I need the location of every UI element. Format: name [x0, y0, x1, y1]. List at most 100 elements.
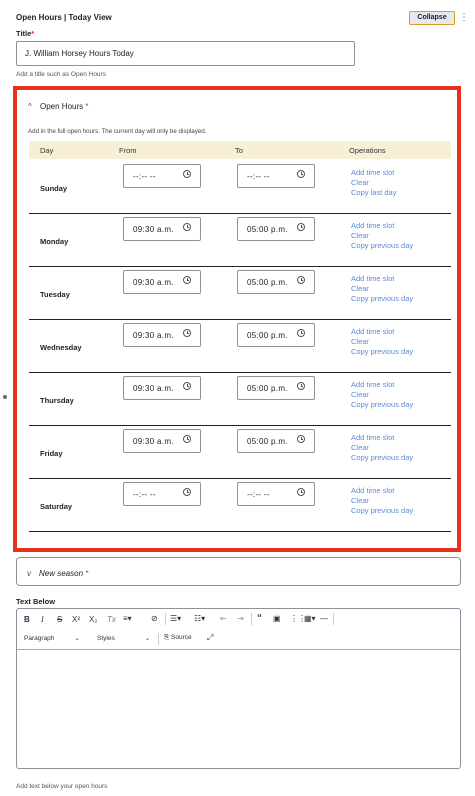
clock-icon[interactable] [297, 223, 305, 231]
outdent-icon[interactable]: ⇤ [220, 614, 227, 623]
to-time-value: --:-- -- [247, 172, 270, 181]
table-row: Monday 09:30 a.m. 05:00 p.m. Add time slot C… [29, 214, 451, 267]
to-time-input[interactable]: 05:00 p.m. [237, 217, 315, 241]
day-label: Thursday [40, 396, 74, 405]
clock-icon[interactable] [183, 170, 191, 178]
styles-select[interactable]: Styles ⌄ [97, 634, 150, 642]
from-time-input[interactable]: 09:30 a.m. [123, 270, 201, 294]
new-season-summary[interactable]: v New season * [27, 569, 88, 578]
copy-day-link[interactable]: Copy previous day [351, 241, 413, 251]
clock-icon[interactable] [183, 382, 191, 390]
clock-icon[interactable] [183, 488, 191, 496]
column-operations: Operations [349, 146, 386, 155]
clear-link[interactable]: Clear [351, 178, 396, 188]
link-icon[interactable]: ⊘ [151, 614, 158, 623]
from-time-input[interactable]: --:-- -- [123, 482, 201, 506]
fullscreen-icon[interactable]: ⤢ [207, 633, 213, 643]
clear-link[interactable]: Clear [351, 496, 413, 506]
copy-day-link[interactable]: Copy previous day [351, 506, 413, 516]
text-below-label: Text Below [16, 597, 56, 606]
clock-icon[interactable] [297, 488, 305, 496]
clock-icon[interactable] [183, 329, 191, 337]
clear-link[interactable]: Clear [351, 390, 413, 400]
copy-day-link[interactable]: Copy previous day [351, 453, 413, 463]
text-below-help: Add text below your open hours [16, 783, 108, 790]
clock-icon[interactable] [297, 382, 305, 390]
add-time-slot-link[interactable]: Add time slot [351, 486, 413, 496]
title-input[interactable] [16, 41, 355, 66]
from-time-input[interactable]: --:-- -- [123, 164, 201, 188]
to-time-value: 05:00 p.m. [247, 437, 288, 446]
paragraph-select-label: Paragraph [24, 635, 55, 642]
italic-button[interactable]: I [41, 615, 44, 624]
chevron-down-icon: ⌄ [74, 635, 80, 642]
table-header: Day From To Operations [29, 141, 451, 159]
operations: Add time slot Clear Copy previous day [351, 274, 413, 304]
table-icon[interactable]: ▦▾ [304, 614, 316, 623]
clock-icon[interactable] [183, 223, 191, 231]
section-title: Open Hours | Today View [16, 13, 112, 22]
to-time-input[interactable]: --:-- -- [237, 164, 315, 188]
toolbar-divider [251, 613, 252, 625]
clock-icon[interactable] [297, 329, 305, 337]
column-to: To [235, 146, 243, 155]
drag-handle-icon[interactable] [3, 395, 7, 399]
clear-link[interactable]: Clear [351, 231, 413, 241]
insert-image-icon[interactable]: ▣ [273, 614, 281, 623]
from-time-value: 09:30 a.m. [133, 225, 174, 234]
clock-icon[interactable] [183, 276, 191, 284]
copy-day-link[interactable]: Copy previous day [351, 400, 413, 410]
subscript-button[interactable]: X₂ [89, 615, 97, 624]
to-time-input[interactable]: 05:00 p.m. [237, 429, 315, 453]
copy-day-link[interactable]: Copy previous day [351, 347, 413, 357]
to-time-input[interactable]: 05:00 p.m. [237, 270, 315, 294]
open-hours-summary[interactable]: ^ Open Hours * [28, 102, 89, 111]
align-icon[interactable]: ≡▾ [123, 614, 132, 623]
clear-link[interactable]: Clear [351, 443, 413, 453]
add-time-slot-link[interactable]: Add time slot [351, 168, 396, 178]
clear-link[interactable]: Clear [351, 337, 413, 347]
editor-toolbar-row-1: B I S X² X₂ Tx ≡▾ ⊘ ☰▾ ☷▾ ⇤ ⇥ “ ▣ ⋮⋮ ▦▾ … [17, 609, 460, 630]
from-time-input[interactable]: 09:30 a.m. [123, 323, 201, 347]
day-label: Friday [40, 449, 63, 458]
collapse-button[interactable]: Collapse [409, 11, 455, 25]
paragraph-select[interactable]: Paragraph ⌄ [24, 634, 80, 642]
new-season-section[interactable]: v New season * [16, 557, 461, 586]
more-options-icon[interactable]: ⋮ [459, 12, 469, 24]
add-time-slot-link[interactable]: Add time slot [351, 327, 413, 337]
day-label: Monday [40, 237, 69, 246]
from-time-input[interactable]: 09:30 a.m. [123, 429, 201, 453]
copy-day-link[interactable]: Copy last day [351, 188, 396, 198]
to-time-input[interactable]: --:-- -- [237, 482, 315, 506]
remove-format-button[interactable]: Tx [107, 615, 116, 624]
numbered-list-icon[interactable]: ☷▾ [194, 614, 205, 623]
add-time-slot-link[interactable]: Add time slot [351, 274, 413, 284]
to-time-input[interactable]: 05:00 p.m. [237, 376, 315, 400]
to-time-value: --:-- -- [247, 490, 270, 499]
from-time-input[interactable]: 09:30 a.m. [123, 376, 201, 400]
day-label: Sunday [40, 184, 68, 193]
new-season-label: New season [39, 569, 84, 578]
bold-button[interactable]: B [24, 615, 30, 624]
to-time-input[interactable]: 05:00 p.m. [237, 323, 315, 347]
copy-day-link[interactable]: Copy previous day [351, 294, 413, 304]
clock-icon[interactable] [297, 170, 305, 178]
source-button[interactable]: ⎘ Source [164, 634, 192, 642]
operations: Add time slot Clear Copy previous day [351, 327, 413, 357]
clear-link[interactable]: Clear [351, 284, 413, 294]
indent-icon[interactable]: ⇥ [237, 614, 244, 623]
from-time-input[interactable]: 09:30 a.m. [123, 217, 201, 241]
editor-content-area[interactable] [17, 650, 460, 768]
bulleted-list-icon[interactable]: ☰▾ [170, 614, 181, 623]
add-time-slot-link[interactable]: Add time slot [351, 380, 413, 390]
clock-icon[interactable] [297, 276, 305, 284]
add-time-slot-link[interactable]: Add time slot [351, 221, 413, 231]
superscript-button[interactable]: X² [72, 615, 80, 624]
title-label: Title* [16, 29, 34, 38]
clock-icon[interactable] [183, 435, 191, 443]
blockquote-icon[interactable]: “ [257, 613, 262, 624]
horizontal-line-icon[interactable]: — [320, 614, 328, 623]
add-time-slot-link[interactable]: Add time slot [351, 433, 413, 443]
strikethrough-button[interactable]: S [57, 615, 62, 624]
clock-icon[interactable] [297, 435, 305, 443]
